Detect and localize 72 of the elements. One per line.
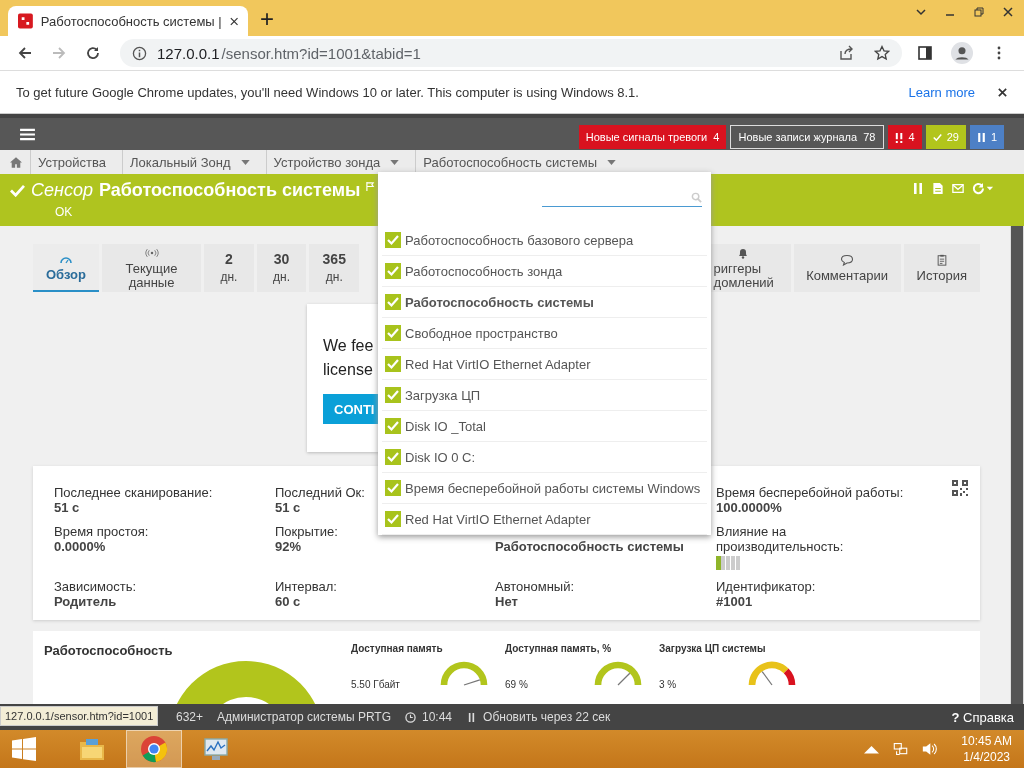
breadcrumb-link[interactable]: Работоспособность системы [423, 154, 598, 170]
sensor-name: Работоспособность системы [98, 180, 361, 201]
badge-count: 29 [946, 131, 959, 143]
field-value: Работоспособность системы [495, 539, 684, 554]
status-text: 10:44 [422, 710, 453, 724]
view-tab[interactable]: Текущие данные [102, 244, 202, 292]
learn-more-link[interactable]: Learn more [908, 84, 975, 100]
sensor-status: OK [55, 205, 74, 219]
view-tab[interactable]: 365 дн. [309, 244, 360, 292]
sensor-menu-item[interactable]: Disk IO _Total [382, 411, 707, 442]
field-label: Последний Ок: [275, 485, 365, 500]
field-label: Автономный: [495, 579, 575, 594]
address-field[interactable]: 127.0.0.1/sensor.htm?id=1001&tabid=1 [120, 39, 902, 67]
field-value: 51 с [54, 500, 80, 515]
gauge-label: Доступная память, % [505, 643, 613, 654]
new-log-entries-button[interactable]: Новые записи журнала 78 [730, 125, 884, 149]
gauge-value: 5.50 Гбайт [351, 679, 401, 692]
card-title: Работоспособность [44, 643, 174, 658]
paused-sensors-badge[interactable]: 1 [969, 125, 1004, 149]
field-value: 100.0000% [716, 500, 782, 515]
view-tab[interactable]: История [903, 244, 980, 292]
field-label: Влияние на производительность: [716, 524, 845, 554]
link-preview-tooltip: 127.0.0.1/sensor.htm?id=1001 [0, 706, 159, 726]
breadcrumb-link[interactable]: Устройства [38, 154, 106, 170]
sensor-menu-item[interactable]: Disk IO 0 C: [382, 442, 707, 473]
field-value: 0.0000% [54, 539, 106, 554]
field-label: Время бесперебойной работы: [716, 485, 904, 500]
breadcrumb-link[interactable]: Локальный Зонд [130, 154, 231, 170]
status-text: 632+ [176, 710, 204, 724]
view-tab[interactable]: Обзор [33, 244, 99, 292]
view-tab[interactable]: 30 дн. [256, 244, 307, 292]
sensor-menu-item[interactable]: Работоспособность базового сервера [382, 225, 707, 256]
field-label: Последнее сканирование: [54, 485, 213, 500]
gauge-label: Загрузка ЦП системы [659, 643, 767, 654]
badge-count: 4 [908, 131, 915, 143]
new-tab-button[interactable]: + [260, 6, 274, 32]
sensor-type-label: Сенсор [31, 180, 93, 201]
gauge-label: Доступная память [351, 643, 444, 654]
badge-count: 1 [990, 131, 997, 143]
browser-tab[interactable]: Работоспособность системы | [8, 6, 248, 36]
sensor-menu-item[interactable]: Red Hat VirtIO Ethernet Adapter [382, 349, 707, 380]
view-tab[interactable]: Комментарии [793, 244, 901, 292]
sensor-menu-item[interactable]: Свободное пространство [382, 318, 707, 349]
sensor-menu-item[interactable]: Загрузка ЦП [382, 380, 707, 411]
field-label: Интервал: [275, 579, 337, 594]
license-text: We fee license [323, 336, 374, 380]
field-value: 51 с [275, 500, 301, 515]
field-value: 92% [275, 539, 302, 554]
status-text: Обновить через 22 сек [483, 710, 611, 724]
field-value: Нет [495, 594, 518, 609]
sensor-menu-item[interactable]: Red Hat VirtIO Ethernet Adapter [382, 504, 707, 535]
field-label: Зависимость: [54, 579, 137, 594]
field-value: Родитель [54, 594, 117, 609]
field-label: Покрытие: [275, 524, 338, 539]
field-label: Идентификатор: [716, 579, 816, 594]
sensor-menu-item[interactable]: Работоспособность зонда [382, 256, 707, 287]
down-sensors-badge[interactable]: 4 [887, 125, 922, 149]
update-warning-text: To get future Google Chrome updates, you'll need Windows 10 or later. This computer is using Windows 8.1. [16, 84, 639, 100]
field-label: Время простоя: [54, 524, 149, 539]
help-link[interactable]: ? Справка [951, 709, 1014, 725]
status-text: Администратор системы PRTG [217, 710, 391, 724]
new-alarms-button[interactable]: Новые сигналы тревоги 4 [578, 125, 727, 149]
field-value: 60 с [275, 594, 301, 609]
breadcrumb-link[interactable]: Устройство зонда [273, 154, 381, 170]
view-tab[interactable]: риггеры домлений [708, 244, 791, 292]
sensor-menu-item[interactable]: Время бесперебойной работы системы Windows [382, 473, 707, 504]
view-tab[interactable]: 2 дн. [204, 244, 254, 292]
tab-title: Работоспособность системы | [40, 13, 222, 29]
gauge-value: 69 % [505, 679, 529, 692]
sensor-menu-item[interactable]: Работоспособность системы [382, 287, 707, 318]
gauge-value: 3 % [659, 679, 678, 692]
field-value: #1001 [716, 594, 753, 609]
